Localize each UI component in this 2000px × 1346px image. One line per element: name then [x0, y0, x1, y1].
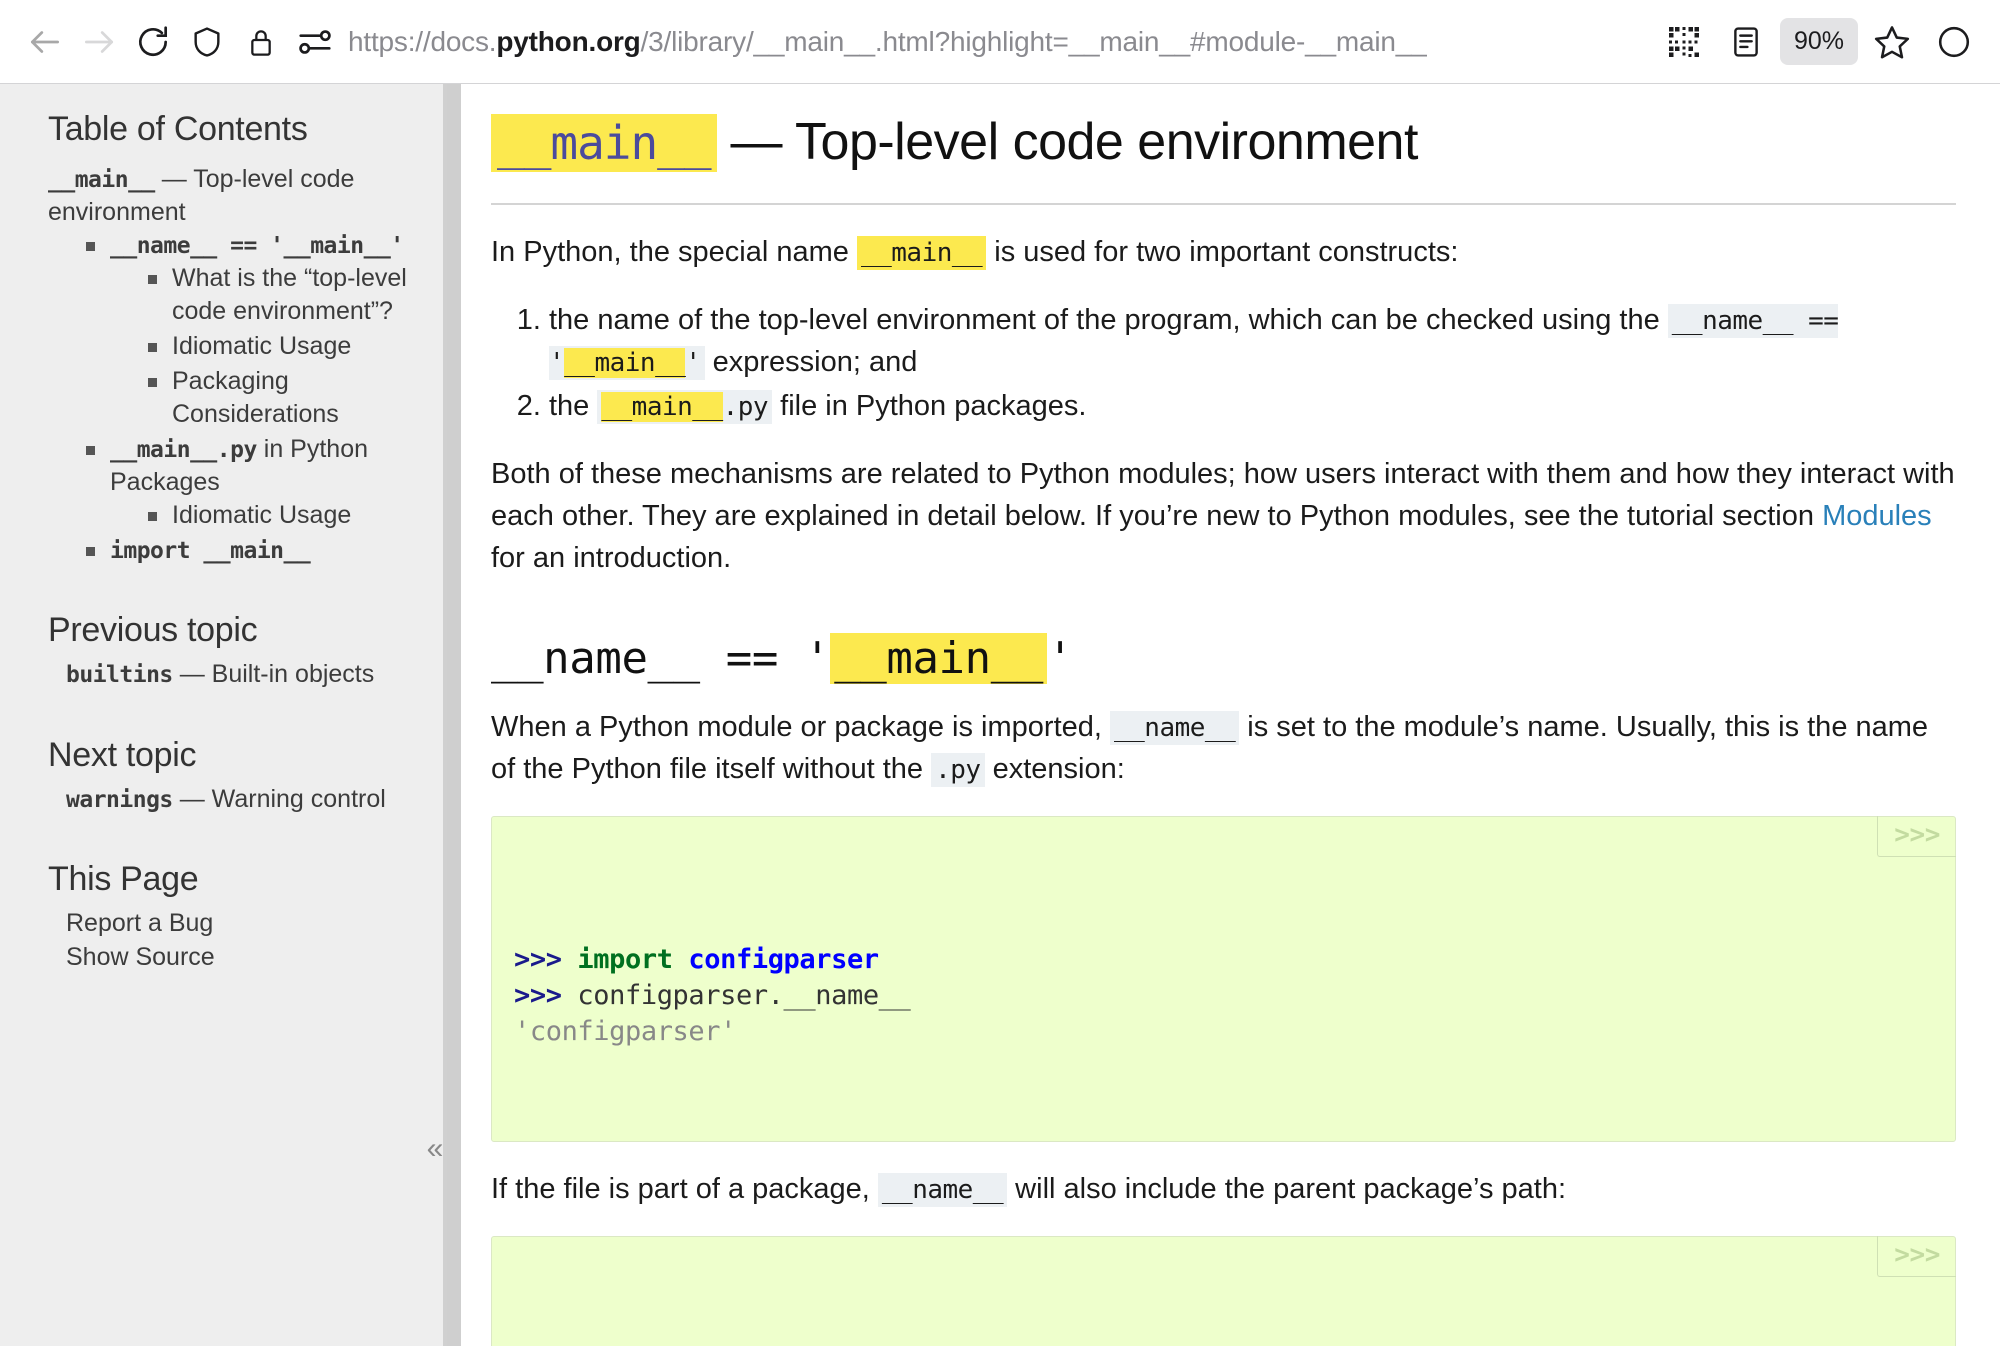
reader-mode-icon[interactable]: [1718, 14, 1774, 70]
sidebar: Table of Contents __main__ — Top-level c…: [0, 84, 447, 1346]
section-heading-name-eq-main: __name__ == '__main__': [491, 633, 1074, 685]
bookmark-star-icon[interactable]: [1864, 14, 1920, 70]
show-source-link[interactable]: Show Source: [66, 941, 409, 975]
toc-level2: __name__ == '__main__' What is the “top-…: [48, 229, 409, 567]
toc-root-item[interactable]: __main__ — Top-level code environment __…: [48, 163, 409, 567]
forward-arrow-icon[interactable]: [72, 15, 126, 69]
qr-code-icon[interactable]: [1656, 14, 1712, 70]
package-path-paragraph: If the file is part of a package, __name…: [491, 1172, 1566, 1207]
modules-link[interactable]: Modules: [1822, 500, 1932, 532]
toc-level3-b: Idiomatic Usage: [110, 499, 409, 532]
code-token: configparser: [688, 943, 879, 975]
page-viewport: Table of Contents __main__ — Top-level c…: [0, 84, 2000, 1346]
toc-link-name-eq-main[interactable]: __name__ == '__main__': [110, 231, 404, 259]
inline-code-main: __main__: [856, 236, 987, 270]
code-token: >>>: [514, 980, 578, 1012]
back-arrow-icon[interactable]: [18, 15, 72, 69]
inline-code-name-2: __name__: [877, 1172, 1008, 1207]
toc-title: Table of Contents: [48, 110, 308, 148]
toc-item-name-eq-main[interactable]: __name__ == '__main__' What is the “top-…: [84, 229, 409, 431]
copy-prompt-button[interactable]: >>>: [1877, 816, 1956, 858]
toc-item-main-py[interactable]: __main__.py in Python Packages Idiomatic…: [84, 433, 409, 532]
permissions-icon[interactable]: [288, 15, 342, 69]
toc-link-packaging-considerations[interactable]: Packaging Considerations: [172, 367, 339, 428]
url-text: https://docs.python.org/3/library/__main…: [348, 25, 1427, 57]
toc-root-link[interactable]: __main__ — Top-level code environment: [48, 165, 354, 226]
main-content-wrapper: __main__ — Top-level code environment In…: [447, 84, 2000, 1346]
toc-item-packaging-considerations[interactable]: Packaging Considerations: [146, 365, 409, 431]
page-title: __main__ — Top-level code environment: [491, 110, 1956, 175]
copy-prompt-button[interactable]: >>>: [1877, 1235, 1956, 1277]
both-mechanisms-paragraph: Both of these mechanisms are related to …: [491, 458, 1955, 575]
list-item: the __main__.py file in Python packages.: [549, 385, 1956, 427]
next-topic-heading: Next topic: [48, 735, 197, 774]
previous-topic-heading: Previous topic: [48, 611, 258, 649]
toc-link-what-is-tlce[interactable]: What is the “top-level code environment”…: [172, 264, 407, 325]
toc-item-import-main[interactable]: import __main__: [84, 534, 409, 567]
inline-code-name: __name__: [1110, 711, 1240, 746]
toc-level3-a: What is the “top-level code environment”…: [110, 262, 409, 431]
this-page-heading: This Page: [48, 860, 199, 898]
previous-topic-link[interactable]: builtins — Built-in objects: [66, 658, 409, 692]
next-topic-link[interactable]: warnings — Warning control: [66, 783, 409, 817]
page-title-code: __main__: [491, 114, 717, 172]
code-token: >>>: [514, 943, 578, 975]
content-gutter: [447, 84, 461, 1346]
report-a-bug-link[interactable]: Report a Bug: [66, 907, 409, 941]
code-token: import: [577, 943, 689, 975]
toc-link-import-main[interactable]: import __main__: [110, 536, 311, 564]
code-block-1-content: >>> import configparser >>> configparser…: [514, 942, 1933, 1051]
intro-paragraph: In Python, the special name __main__ is …: [491, 236, 1459, 270]
code-token: configparser.__name__: [577, 980, 911, 1012]
inline-code-main-py: __main__.py: [597, 390, 773, 425]
toc-item-what-is-tlce[interactable]: What is the “top-level code environment”…: [146, 262, 409, 328]
sidebar-collapse-handle[interactable]: «: [422, 1134, 448, 1164]
lock-icon[interactable]: [234, 15, 288, 69]
zoom-level-badge[interactable]: 90%: [1779, 18, 1858, 65]
list-item: the name of the top-level environment of…: [549, 299, 1956, 383]
toolbar-right-actions: 90%: [1656, 14, 1982, 70]
toc-item-idiomatic-usage-1[interactable]: Idiomatic Usage: [146, 330, 409, 363]
toc-link-idiomatic-usage-1[interactable]: Idiomatic Usage: [172, 332, 351, 360]
toc-link-idiomatic-usage-2[interactable]: Idiomatic Usage: [172, 501, 351, 529]
address-bar[interactable]: https://docs.python.org/3/library/__main…: [342, 15, 1656, 69]
shield-icon[interactable]: [180, 15, 234, 69]
when-imported-paragraph: When a Python module or package is impor…: [491, 711, 1929, 788]
inline-code-py-ext: .py: [931, 753, 985, 788]
toc-list: __main__ — Top-level code environment __…: [48, 163, 409, 567]
title-divider: [491, 203, 1956, 205]
code-token: 'configparser': [514, 1016, 736, 1048]
toc-item-idiomatic-usage-2[interactable]: Idiomatic Usage: [146, 499, 409, 532]
code-block-configparser: >>> >>> import configparser >>> configpa…: [491, 816, 1956, 1142]
document-body: __main__ — Top-level code environment In…: [461, 84, 2000, 1346]
code-block-concurrent-futures: >>> >>> from concurrent.futures import p…: [491, 1235, 1956, 1346]
browser-toolbar: https://docs.python.org/3/library/__main…: [0, 0, 2000, 84]
reload-icon[interactable]: [126, 15, 180, 69]
constructs-list: the name of the top-level environment of…: [491, 299, 1956, 427]
account-icon[interactable]: [1926, 14, 1982, 70]
toc-link-main-py[interactable]: __main__.py in Python Packages: [110, 435, 368, 496]
